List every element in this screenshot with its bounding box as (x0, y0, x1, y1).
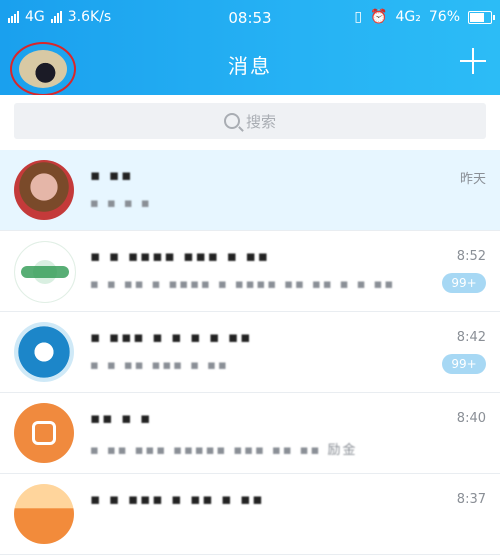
avatar (14, 484, 74, 544)
battery-icon (468, 10, 495, 24)
conversation-list: ▪ ▪▪ ▪ ▪ ▪ ▪ 昨天 ▪ ▪ ▪▪▪▪ ▪▪▪ ▪ ▪▪ ▪ ▪ ▪▪… (0, 150, 500, 555)
avatar (14, 403, 74, 463)
top-bar: 4G 3.6K/s 08:53 ▯ ⏰ 4G₂ 76% 消息 (0, 0, 500, 96)
list-item[interactable]: ▪ ▪▪ ▪ ▪ ▪ ▪ 昨天 (0, 150, 500, 231)
battery-percent: 76% (428, 9, 460, 25)
list-item[interactable]: ▪ ▪ ▪▪▪ ▪ ▪▪ ▪ ▪▪ 8:37 (0, 474, 500, 555)
page-title: 消息 (228, 54, 272, 78)
list-item[interactable]: ▪ ▪▪▪ ▪ ▪ ▪ ▪ ▪▪ ▪ ▪ ▪▪ ▪▪▪ ▪ ▪▪ 8:42 99… (0, 312, 500, 393)
list-item[interactable]: ▪ ▪ ▪▪▪▪ ▪▪▪ ▪ ▪▪ ▪ ▪ ▪▪ ▪ ▪▪▪▪ ▪ ▪▪▪▪ ▪… (0, 231, 500, 312)
search-icon (223, 113, 240, 129)
conversation-preview: ▪ ▪ ▪▪ ▪ ▪▪▪▪ ▪ ▪▪▪▪ ▪▪ ▪▪ ▪ ▪ ▪▪ (90, 277, 396, 292)
conversation-time: 8:52 (456, 249, 486, 264)
avatar (14, 160, 74, 220)
search-area: 搜索 (0, 95, 500, 150)
search-placeholder: 搜索 (245, 112, 276, 131)
conversation-name: ▪ ▪ ▪▪▪ ▪ ▪▪ ▪ ▪▪ (90, 490, 265, 508)
avatar (14, 241, 76, 303)
vibrate-icon: ▯ (354, 9, 363, 25)
conversation-preview: ▪ ▪ ▪ ▪ (90, 196, 152, 211)
alarm-icon: ⏰ (370, 9, 388, 25)
conversation-name: ▪ ▪ ▪▪▪▪ ▪▪▪ ▪ ▪▪ (90, 247, 270, 265)
conversation-name: ▪▪ ▪ ▪ (90, 409, 153, 427)
conversation-time: 昨天 (459, 172, 486, 187)
network-type-right: 4G₂ (395, 9, 421, 25)
conversation-preview: ▪ ▪ ▪▪ ▪▪▪ ▪ ▪▪ (90, 358, 229, 373)
unread-badge: 99+ (442, 354, 486, 374)
conversation-time: 8:40 (456, 411, 486, 426)
header: 消息 (0, 36, 500, 96)
conversation-name: ▪ ▪▪▪ ▪ ▪ ▪ ▪ ▪▪ (90, 328, 253, 346)
search-input[interactable]: 搜索 (14, 103, 486, 139)
conversation-name: ▪ ▪▪ (90, 166, 134, 184)
conversation-preview: ▪ ▪▪ ▪▪▪ ▪▪▪▪▪ ▪▪▪ ▪▪ ▪▪ 励金 (90, 443, 358, 458)
avatar (14, 322, 74, 382)
unread-badge: 99+ (442, 273, 486, 293)
status-bar: 4G 3.6K/s 08:53 ▯ ⏰ 4G₂ 76% (0, 0, 500, 36)
plus-icon[interactable] (460, 48, 486, 74)
list-item[interactable]: ▪▪ ▪ ▪ ▪ ▪▪ ▪▪▪ ▪▪▪▪▪ ▪▪▪ ▪▪ ▪▪ 励金 8:40 (0, 393, 500, 474)
conversation-time: 8:42 (456, 330, 486, 345)
